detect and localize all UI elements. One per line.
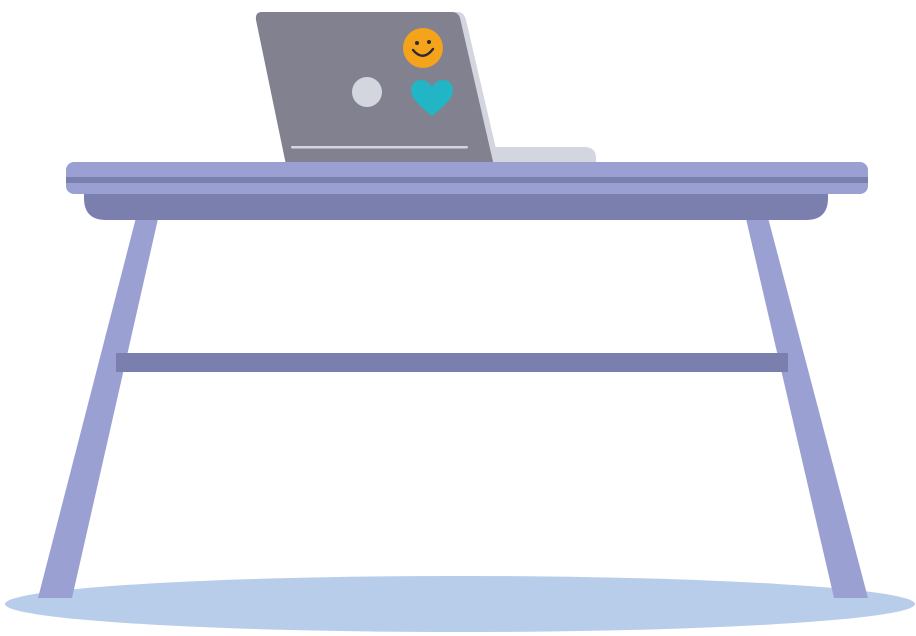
smiley-face (403, 28, 443, 68)
floor-shadow (5, 576, 915, 632)
circle-sticker-icon (352, 77, 382, 107)
illustration-svg (5, 12, 915, 632)
smiley-eye-left (415, 41, 419, 45)
table-leg-right (744, 210, 868, 598)
laptop-icon (255, 12, 596, 166)
smiley-sticker-icon (403, 28, 443, 68)
table-apron (84, 190, 828, 220)
table-top-band (66, 177, 868, 183)
laptop-hinge-line (291, 146, 468, 149)
table-leg-left (38, 210, 160, 598)
smiley-eye-right (427, 40, 431, 44)
illustration (0, 0, 916, 636)
table-crossbar (116, 353, 788, 372)
